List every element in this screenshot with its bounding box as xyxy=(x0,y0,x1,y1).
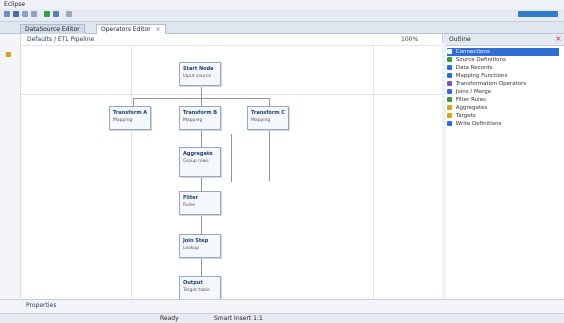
diagram-node[interactable]: Output Target table xyxy=(179,276,221,300)
diagram-node[interactable]: Transform A Mapping xyxy=(109,106,151,130)
node-subtitle: Lookup xyxy=(183,246,200,251)
loop-connector xyxy=(231,134,232,182)
outline-item[interactable]: Mapping Functions xyxy=(447,72,559,80)
node-subtitle: Mapping xyxy=(183,118,203,123)
connector xyxy=(133,98,134,106)
outline-item-label: Targets xyxy=(455,113,476,119)
node-title: Output xyxy=(183,280,203,286)
lane-divider xyxy=(21,94,441,95)
node-subtitle: Mapping xyxy=(251,118,271,123)
element-icon xyxy=(447,89,452,94)
outline-panel: Outline × Connections Source Definitions… xyxy=(442,34,564,298)
element-icon xyxy=(447,105,452,110)
node-subtitle: Mapping xyxy=(113,118,133,123)
connector xyxy=(201,98,202,106)
left-gutter xyxy=(0,34,21,298)
outline-item[interactable]: Targets xyxy=(447,112,559,120)
outline-item[interactable]: Aggregates xyxy=(447,104,559,112)
element-icon xyxy=(447,113,452,118)
node-subtitle: Input source xyxy=(183,74,212,79)
lane-divider xyxy=(131,46,132,298)
element-icon xyxy=(447,73,452,78)
connector xyxy=(201,175,202,191)
outline-item[interactable]: Source Definitions xyxy=(447,56,559,64)
outline-item-label: Connections xyxy=(455,49,490,55)
node-subtitle: Group rows xyxy=(183,159,209,164)
element-icon xyxy=(447,121,452,126)
node-title: Transform A xyxy=(113,110,148,116)
outline-item-label: Joins / Merge xyxy=(455,89,492,95)
outline-header: Outline × xyxy=(443,34,564,46)
window-title: Eclipse xyxy=(4,1,26,8)
outline-item-label: Mapping Functions xyxy=(455,73,508,79)
node-title: Aggregate xyxy=(183,151,213,157)
zoom-level[interactable]: 100% xyxy=(401,36,418,43)
perspective-icon[interactable] xyxy=(518,11,558,17)
outline-item[interactable]: Data Records xyxy=(447,64,559,72)
node-title: Transform C xyxy=(251,110,285,116)
connector xyxy=(269,98,270,106)
outline-item-label: Data Records xyxy=(455,65,493,71)
connector xyxy=(201,129,202,147)
marker-icon xyxy=(6,52,11,57)
element-icon xyxy=(447,97,452,102)
node-title: Transform B xyxy=(183,110,218,116)
diagram-editor[interactable]: Defaults / ETL Pipeline 100% Start Node … xyxy=(21,34,441,300)
element-icon xyxy=(447,57,452,62)
outline-item-label: Source Definitions xyxy=(455,57,506,63)
lane-divider xyxy=(373,46,374,298)
connector xyxy=(201,214,202,234)
close-icon[interactable]: × xyxy=(555,34,562,43)
node-title: Join Step xyxy=(183,238,209,244)
node-subtitle: Target table xyxy=(183,288,210,293)
outline-title: Outline xyxy=(449,36,471,43)
outline-item[interactable]: Connections xyxy=(447,48,559,56)
diagram-node[interactable]: Transform C Mapping xyxy=(247,106,289,130)
tab-operators-editor[interactable]: Operators Editor × xyxy=(96,24,166,34)
title-bar: Eclipse xyxy=(0,0,564,9)
diagram-node[interactable]: Join Step Lookup xyxy=(179,234,221,258)
tab-datasource-editor[interactable]: DataSource Editor xyxy=(20,24,85,34)
outline-scrollbar[interactable] xyxy=(442,42,446,298)
search-icon[interactable] xyxy=(66,11,72,17)
loop-connector xyxy=(269,129,270,181)
breadcrumb: Defaults / ETL Pipeline xyxy=(27,36,95,43)
redo-icon[interactable] xyxy=(31,11,37,17)
tab-label: DataSource Editor xyxy=(25,26,80,33)
element-icon xyxy=(447,81,452,86)
connector xyxy=(201,84,202,98)
diagram-node[interactable]: Filter Rules xyxy=(179,191,221,215)
outline-item[interactable]: Joins / Merge xyxy=(447,88,559,96)
close-icon[interactable]: × xyxy=(156,26,161,33)
diagram-node[interactable]: Transform B Mapping xyxy=(179,106,221,130)
outline-item-label: Transformation Operators xyxy=(455,81,527,87)
node-title: Start Node xyxy=(183,66,214,72)
debug-icon[interactable] xyxy=(53,11,59,17)
main-toolbar xyxy=(0,9,564,22)
outline-item[interactable]: Filter Rules xyxy=(447,96,559,104)
editor-tab-bar: DataSource Editor Operators Editor × xyxy=(0,22,564,34)
save-icon[interactable] xyxy=(13,11,19,17)
folder-icon xyxy=(447,49,452,54)
outline-item-label: Aggregates xyxy=(455,105,488,111)
node-subtitle: Rules xyxy=(183,203,196,208)
outline-item[interactable]: Write Definitions xyxy=(447,120,559,128)
status-text: Ready xyxy=(160,315,179,322)
node-title: Filter xyxy=(183,195,199,201)
diagram-node[interactable]: Start Node Input source xyxy=(179,62,221,86)
element-icon xyxy=(447,65,452,70)
bottom-panel: Properties xyxy=(0,299,564,314)
diagram-node[interactable]: Aggregate Group rows xyxy=(179,147,221,177)
outline-tree: Connections Source Definitions Data Reco… xyxy=(447,48,559,128)
outline-item-label: Write Definitions xyxy=(455,121,502,127)
status-position: Smart Insert 1:1 xyxy=(214,315,263,322)
editor-header: Defaults / ETL Pipeline 100% xyxy=(21,34,441,46)
run-icon[interactable] xyxy=(44,11,50,17)
outline-item-label: Filter Rules xyxy=(455,97,486,103)
new-file-icon[interactable] xyxy=(4,11,10,17)
tab-label: Operators Editor xyxy=(101,26,151,33)
undo-icon[interactable] xyxy=(22,11,28,17)
tab-properties[interactable]: Properties xyxy=(26,302,56,309)
outline-item[interactable]: Transformation Operators xyxy=(447,80,559,88)
